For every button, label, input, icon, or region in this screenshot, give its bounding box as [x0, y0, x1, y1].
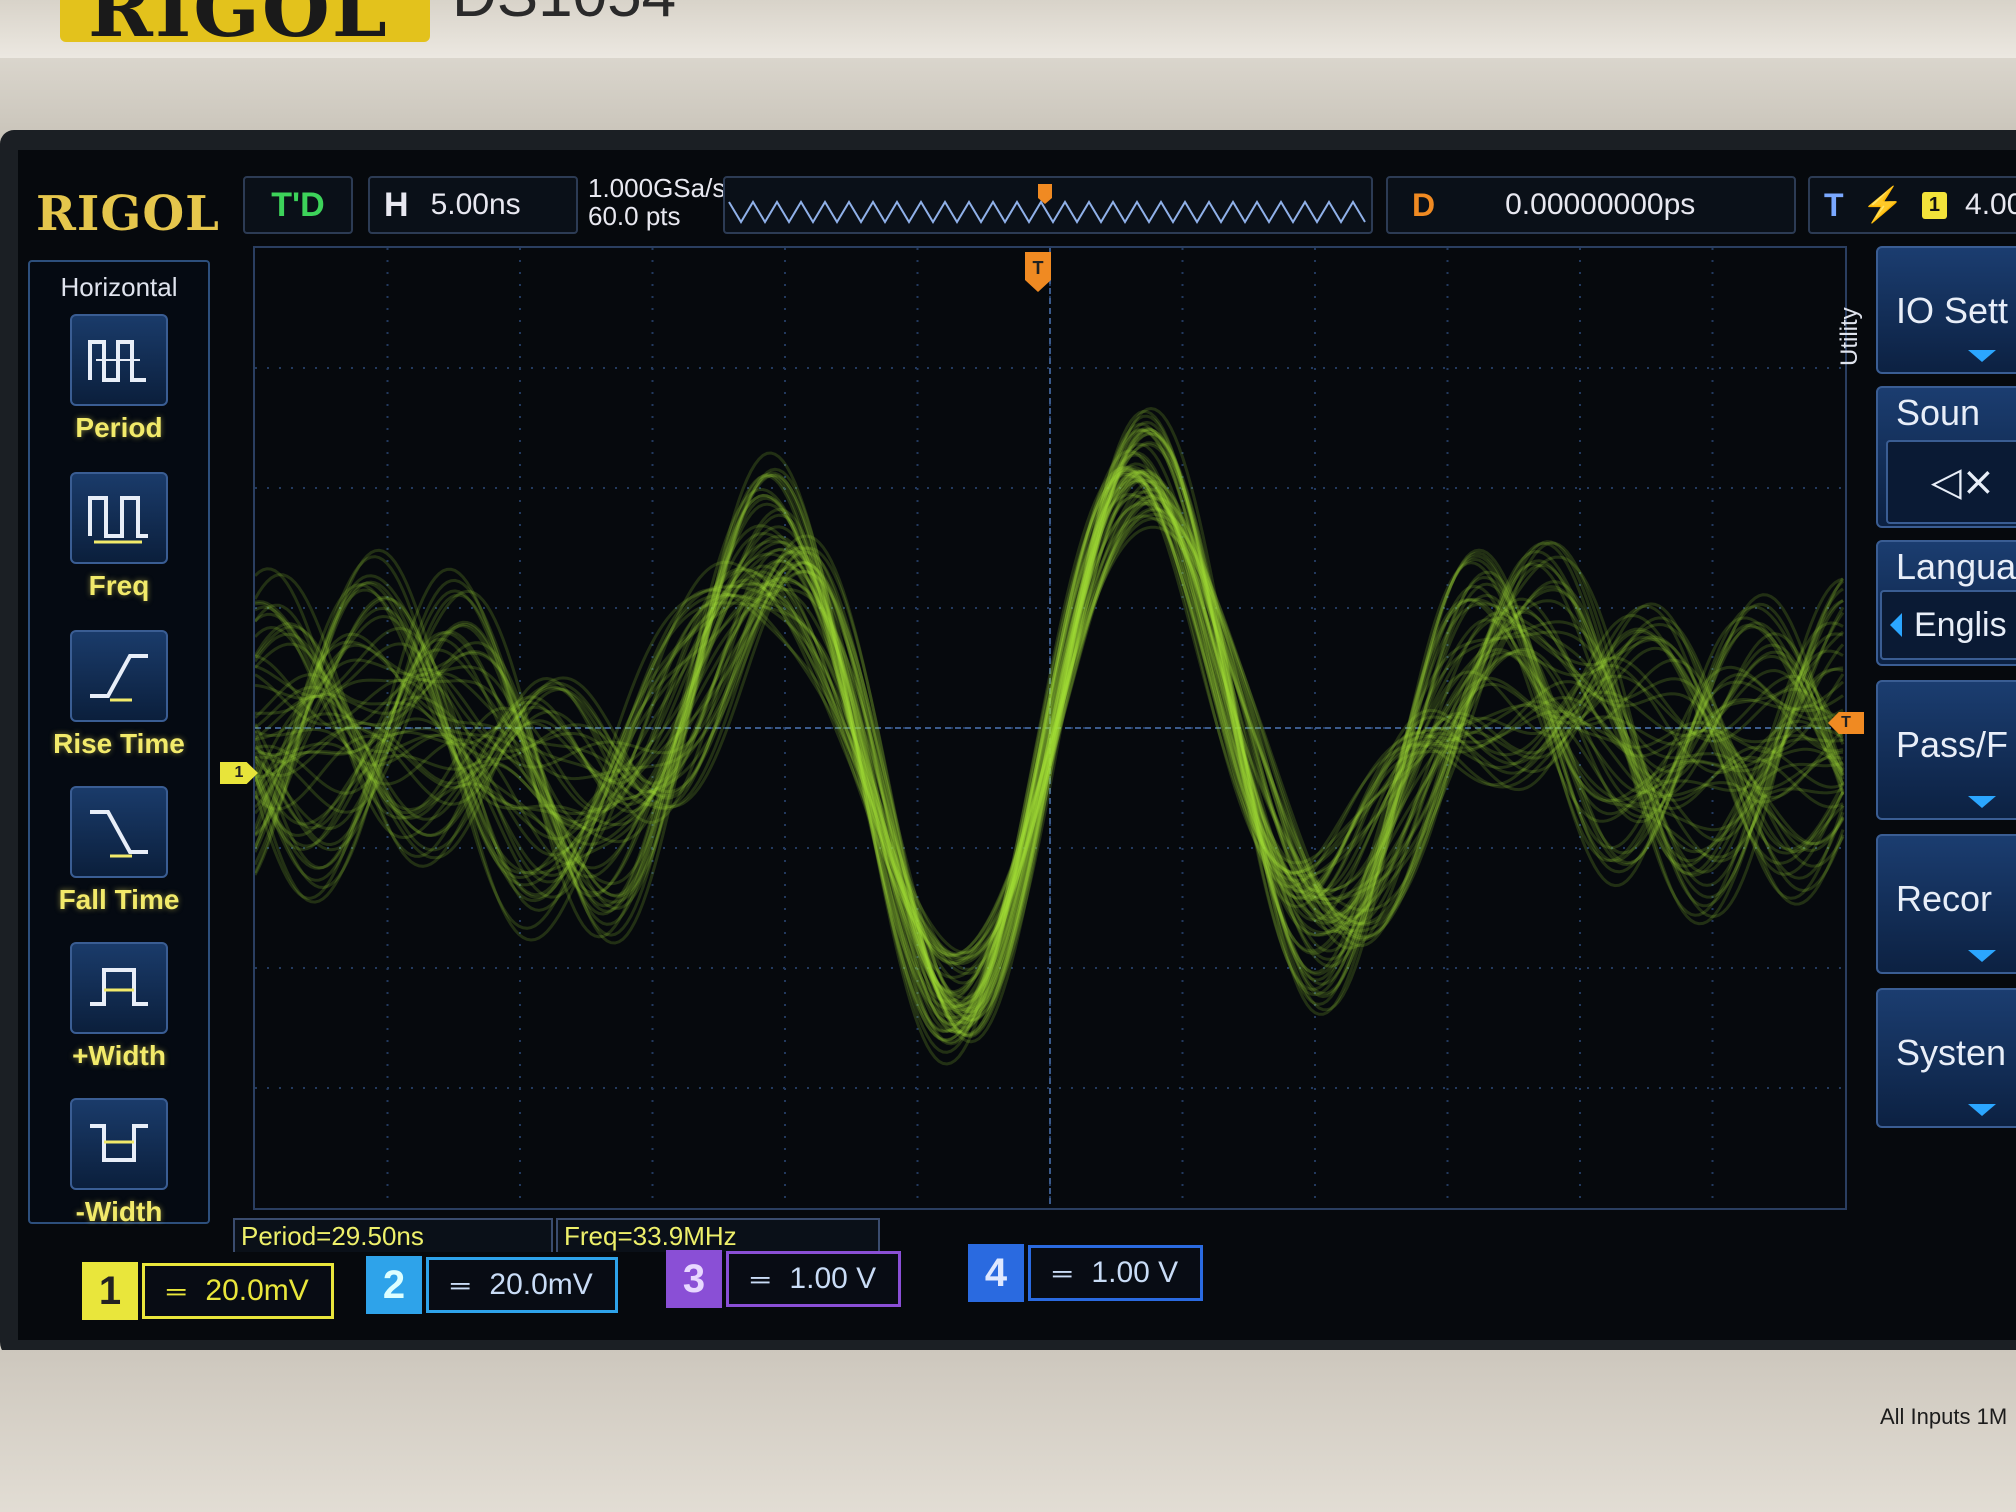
svg-text:T: T: [1033, 258, 1044, 278]
trigger-source: 1: [1921, 191, 1948, 219]
utility-menu-title: Utility: [1836, 307, 1863, 366]
sound-button[interactable]: Soun ◁×: [1876, 386, 2016, 528]
ch2-scale: 20.0mV: [489, 1268, 593, 1301]
fall-time-icon: [70, 786, 168, 878]
ch3-scale: 1.00 V: [789, 1262, 877, 1295]
period-icon: [70, 314, 168, 406]
fall-time-label: Fall Time: [58, 884, 180, 915]
ch4-number: 4: [968, 1244, 1024, 1302]
submenu-arrow-icon: [1968, 950, 1996, 962]
measure-period-button[interactable]: Period: [30, 314, 208, 444]
scope-screen: RIGOL T'D H 5.00ns 1.000GSa/s 60.0 pts D…: [18, 150, 2016, 1340]
rigol-logo: RIGOL: [36, 186, 220, 242]
acquisition-info: 1.000GSa/s 60.0 pts: [588, 174, 725, 230]
memory-overview-wave: [728, 184, 1366, 224]
freq-measurement: Freq=33.9MHz: [556, 1218, 880, 1252]
io-settings-button[interactable]: IO Sett: [1876, 246, 2016, 374]
language-label: Langua: [1896, 546, 2016, 587]
record-button[interactable]: Recor: [1876, 834, 2016, 974]
period-label: Period: [75, 412, 163, 443]
ch4-status[interactable]: 4 ═ 1.00 V: [956, 1244, 1215, 1302]
oscilloscope-bezel: RIGOL DS1054 RIGOL T'D H 5.00ns 1.000GSa…: [0, 0, 2016, 1512]
submenu-arrow-icon: [1968, 1104, 1996, 1116]
ch2-number: 2: [366, 1256, 422, 1314]
sample-rate: 1.000GSa/s: [588, 173, 726, 203]
ch4-settings: ═ 1.00 V: [1028, 1245, 1204, 1301]
timebase-value: 5.00ns: [430, 188, 521, 221]
inputs-rating-label: All Inputs 1M: [1880, 1404, 2008, 1429]
dc-coupling-icon: ═: [167, 1275, 186, 1306]
sound-label: Soun: [1896, 392, 1981, 433]
speaker-mute-icon: ◁×: [1886, 440, 2016, 524]
period-measurement: Period=29.50ns: [233, 1218, 553, 1252]
trigger-position-marker[interactable]: T: [1023, 250, 1053, 294]
io-settings-label: IO Sett: [1896, 290, 2009, 331]
trigger-level: 4.00: [1965, 188, 2016, 221]
utility-menu: Utility IO Sett Soun ◁× Langua Englis Pa…: [1836, 246, 2016, 1246]
measure-pos-width-button[interactable]: +Width: [30, 942, 208, 1072]
ch2-settings: ═ 20.0mV: [426, 1257, 618, 1313]
ch1-number: 1: [82, 1262, 138, 1320]
positive-width-icon: [70, 942, 168, 1034]
run-state-indicator[interactable]: T'D: [243, 176, 353, 234]
freq-icon: [70, 472, 168, 564]
delay-label: D: [1412, 186, 1436, 223]
record-label: Recor: [1896, 878, 1993, 919]
pass-fail-button[interactable]: Pass/F: [1876, 680, 2016, 820]
positive-width-label: +Width: [72, 1040, 166, 1071]
rise-time-icon: [70, 630, 168, 722]
front-panel-bottom: [0, 1350, 2016, 1512]
waveform-graticule: [255, 248, 1845, 1208]
submenu-arrow-icon: [1968, 350, 1996, 362]
ch3-status[interactable]: 3 ═ 1.00 V: [654, 1250, 913, 1308]
memory-overview-bar[interactable]: [723, 176, 1373, 234]
measure-freq-button[interactable]: Freq: [30, 472, 208, 602]
submenu-arrow-icon: [1968, 796, 1996, 808]
ch3-settings: ═ 1.00 V: [726, 1251, 902, 1307]
trigger-box[interactable]: T ⚡ 1 4.00: [1808, 176, 2016, 234]
pass-fail-label: Pass/F: [1896, 724, 2009, 765]
memory-depth: 60.0 pts: [588, 201, 681, 231]
dc-coupling-icon: ═: [751, 1263, 770, 1294]
ch1-scale: 20.0mV: [205, 1274, 309, 1307]
waveform-display[interactable]: [253, 246, 1847, 1210]
measure-fall-time-button[interactable]: Fall Time: [30, 786, 208, 916]
ch1-settings: ═ 20.0mV: [142, 1263, 334, 1319]
language-left-arrow-icon: [1890, 613, 1902, 637]
system-label: Systen: [1896, 1032, 2007, 1073]
brand-badge-text: RIGOL: [88, 0, 389, 55]
delay-box[interactable]: D 0.00000000ps: [1386, 176, 1796, 234]
system-button[interactable]: Systen: [1876, 988, 2016, 1128]
trigger-label: T: [1824, 186, 1844, 223]
dc-coupling-icon: ═: [1053, 1257, 1072, 1288]
ch4-scale: 1.00 V: [1091, 1256, 1179, 1289]
ch2-status[interactable]: 2 ═ 20.0mV: [354, 1256, 629, 1314]
negative-width-label: -Width: [75, 1196, 163, 1227]
model-label: DS1054: [452, 0, 676, 31]
negative-width-icon: [70, 1098, 168, 1190]
ch1-status[interactable]: 1 ═ 20.0mV: [70, 1262, 345, 1320]
horizontal-label: H: [384, 185, 409, 224]
delay-value: 0.00000000ps: [1505, 188, 1696, 221]
language-button[interactable]: Langua Englis: [1876, 540, 2016, 666]
measure-rise-time-button[interactable]: Rise Time: [30, 630, 208, 760]
measure-menu-title: Horizontal: [60, 272, 178, 302]
edge-trigger-icon: ⚡: [1861, 186, 1904, 224]
freq-label: Freq: [88, 570, 150, 601]
measure-neg-width-button[interactable]: -Width: [30, 1098, 208, 1228]
language-value-box: Englis: [1880, 590, 2016, 660]
rise-time-label: Rise Time: [53, 728, 185, 759]
ch3-number: 3: [666, 1250, 722, 1308]
measure-menu: Horizontal Period Freq Rise Time Fall Ti…: [28, 260, 210, 1227]
timebase-box[interactable]: H 5.00ns: [368, 176, 578, 234]
dc-coupling-icon: ═: [451, 1269, 470, 1300]
language-value: Englis: [1914, 605, 2007, 644]
